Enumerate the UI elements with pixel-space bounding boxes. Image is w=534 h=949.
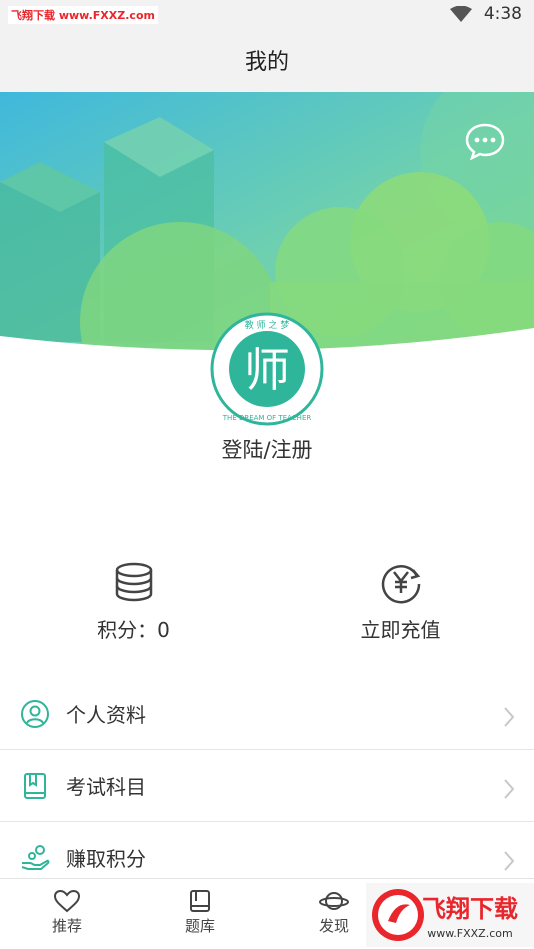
title-bar: 我的: [0, 28, 534, 92]
avatar-character: 师: [244, 343, 290, 397]
planet-icon: [319, 892, 349, 910]
tab-recommend[interactable]: 推荐: [27, 889, 107, 936]
page-title: 我的: [244, 50, 289, 75]
person-profile-icon: [21, 699, 49, 728]
points-label: 积分：0: [97, 618, 170, 642]
brand-url: www.FXXZ.com: [427, 927, 512, 940]
tab-question-bank[interactable]: 题库: [160, 889, 240, 936]
menu-item-label: 赚取积分: [66, 847, 146, 871]
chevron-right-icon: [504, 707, 515, 727]
settings-menu: 个人资料 考试科目 赚取积分: [0, 678, 534, 894]
chevron-right-icon: [504, 779, 515, 799]
bottom-nav: 推荐 题库 发现 飞翔下载 www.FXXZ.com: [0, 878, 534, 949]
chevron-right-icon: [504, 851, 515, 871]
avatar-ring-bottom-text: THE DREAM OF TEACHER: [222, 414, 312, 422]
question-bank-icon: [190, 890, 210, 912]
menu-item-profile[interactable]: 个人资料: [0, 678, 534, 750]
menu-item-label: 个人资料: [66, 703, 146, 727]
book-icon: [24, 772, 46, 799]
message-icon[interactable]: [464, 122, 506, 160]
recharge-stat[interactable]: 立即充值: [267, 560, 534, 643]
tab-label: 题库: [184, 917, 215, 935]
coins-icon: [115, 562, 152, 602]
heart-icon: [53, 889, 81, 913]
brand-text: 飞翔下载: [422, 895, 518, 923]
wifi-icon: [450, 6, 472, 22]
recharge-label: 立即充值: [360, 618, 441, 642]
avatar-ring-top-text: 教 师 之 梦: [245, 319, 290, 331]
tab-discover[interactable]: 发现: [294, 889, 374, 936]
points-stat[interactable]: 积分：0: [0, 560, 267, 643]
menu-item-exam-subjects[interactable]: 考试科目: [0, 750, 534, 822]
menu-item-label: 考试科目: [66, 775, 146, 799]
avatar[interactable]: 师 教 师 之 梦 THE DREAM OF TEACHER: [210, 312, 324, 426]
watermark-text: 飞翔下载 www.FXXZ.com: [8, 6, 158, 24]
earn-coins-icon: [21, 844, 50, 870]
status-time: 4:38: [483, 4, 522, 24]
tab-label: 发现: [318, 917, 349, 935]
yuan-recharge-icon: [381, 565, 420, 604]
status-bar: 飞翔下载 www.FXXZ.com 4:38: [0, 0, 534, 28]
tab-label: 推荐: [51, 917, 82, 935]
brand-watermark-logo: 飞翔下载 www.FXXZ.com: [366, 883, 534, 947]
login-register-link[interactable]: 登陆/注册: [0, 434, 534, 464]
